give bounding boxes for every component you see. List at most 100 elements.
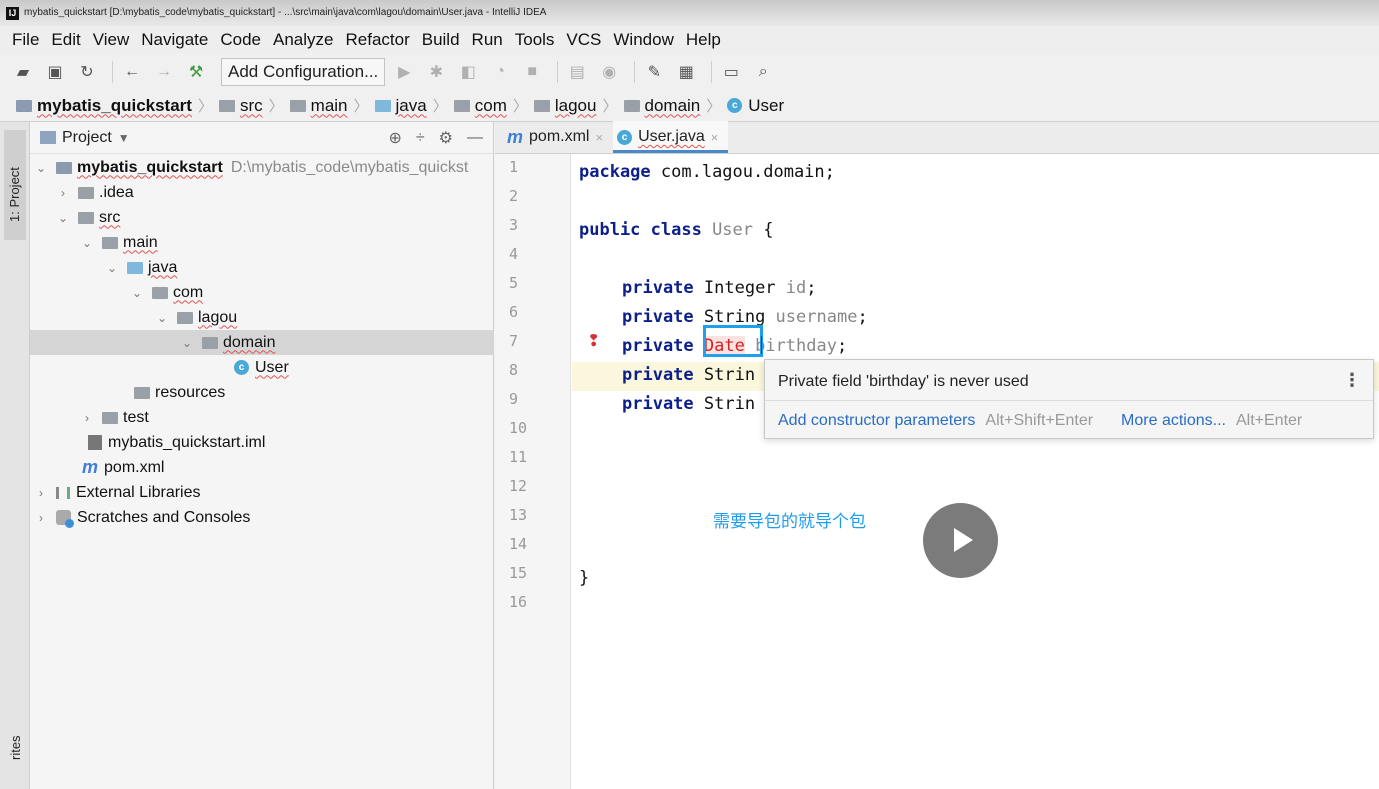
chevron-down-icon[interactable]: ⌄ xyxy=(130,286,144,300)
package-icon xyxy=(177,311,193,324)
close-icon[interactable]: × xyxy=(595,130,603,145)
save-all-icon[interactable]: ▣ xyxy=(42,61,68,83)
more-actions-link[interactable]: More actions... xyxy=(1121,412,1226,430)
tree-item-iml-file[interactable]: mybatis_quickstart.iml xyxy=(30,430,494,455)
menu-window[interactable]: Window xyxy=(607,30,679,50)
hide-panel-icon[interactable]: — xyxy=(467,129,483,147)
vcs-commit-icon[interactable]: ◉ xyxy=(596,61,622,83)
breadcrumb-item-domain[interactable]: domain xyxy=(623,96,700,116)
stop-icon[interactable]: ■ xyxy=(519,61,545,83)
breadcrumb-separator: 〉 xyxy=(602,98,618,115)
menu-file[interactable]: File xyxy=(6,30,45,50)
code-line-5: private Integer id; xyxy=(622,278,817,298)
code-editor[interactable]: package com.lagou.domain; public class U… xyxy=(572,154,1379,789)
gear-icon[interactable]: ⚙ xyxy=(439,128,453,148)
chevron-down-icon[interactable]: ⌄ xyxy=(180,336,194,350)
add-constructor-parameters-link[interactable]: Add constructor parameters xyxy=(778,412,975,430)
tree-item-domain[interactable]: ⌄ domain xyxy=(30,330,494,355)
video-play-button[interactable] xyxy=(923,503,998,578)
coverage-icon[interactable]: ◧ xyxy=(455,61,481,83)
breadcrumb-item-project[interactable]: mybatis_quickstart xyxy=(16,96,192,116)
run-icon[interactable]: ▶ xyxy=(391,61,417,83)
forward-arrow-icon[interactable]: → xyxy=(151,61,177,83)
collapse-all-icon[interactable]: ÷ xyxy=(416,129,425,147)
run-configuration-dropdown[interactable]: Add Configuration... xyxy=(221,57,386,86)
breadcrumb-item-src[interactable]: src xyxy=(218,96,263,116)
annotation-highlight-box xyxy=(703,325,763,357)
settings-wrench-icon[interactable]: ✎ xyxy=(641,61,667,83)
chevron-down-icon[interactable]: ⌄ xyxy=(34,161,48,175)
favorites-tool-tab[interactable]: rites xyxy=(8,735,23,760)
tab-user-java[interactable]: c User.java × xyxy=(613,121,729,153)
breadcrumb-item-lagou[interactable]: lagou xyxy=(533,96,596,116)
project-view-selector[interactable]: Project xyxy=(62,129,112,147)
editor-tabs: m pom.xml × c User.java × xyxy=(495,121,1379,154)
tree-item-resources[interactable]: resources xyxy=(30,380,494,405)
line-number-gutter: 1 2 3 4 5 6 7 8 9 10 11 12 13 14 15 16 xyxy=(495,154,571,789)
menu-view[interactable]: View xyxy=(87,30,136,50)
tree-item-test[interactable]: › test xyxy=(30,405,494,430)
breadcrumb-item-user[interactable]: c User xyxy=(727,96,784,116)
chevron-down-icon[interactable]: ⌄ xyxy=(80,236,94,250)
code-line-3: public class User { xyxy=(579,220,774,240)
chevron-right-icon[interactable]: › xyxy=(34,511,48,525)
vcs-update-icon[interactable]: ▤ xyxy=(564,61,590,83)
chevron-down-icon[interactable]: ▼ xyxy=(118,131,130,145)
tree-item-scratches[interactable]: › Scratches and Consoles xyxy=(30,505,494,530)
locate-target-icon[interactable]: ⊕ xyxy=(388,128,401,148)
maven-icon: m xyxy=(507,126,524,147)
chevron-right-icon[interactable]: › xyxy=(34,486,48,500)
build-hammer-icon[interactable]: ⚒ xyxy=(183,61,209,83)
tree-item-external-libraries[interactable]: › External Libraries xyxy=(30,480,494,505)
project-tool-tab[interactable]: 1: Project xyxy=(4,130,26,240)
breadcrumb-item-com[interactable]: com xyxy=(453,96,507,116)
tab-pom-xml[interactable]: m pom.xml × xyxy=(503,121,613,153)
class-icon: c xyxy=(727,98,743,113)
back-arrow-icon[interactable]: ← xyxy=(119,61,145,83)
popup-divider xyxy=(765,400,1373,401)
folder-icon xyxy=(78,211,94,224)
chevron-right-icon[interactable]: › xyxy=(56,186,70,200)
chevron-down-icon[interactable]: ⌄ xyxy=(105,261,119,275)
profile-icon[interactable]: ◔ xyxy=(487,61,513,83)
search-icon[interactable]: ⌕ xyxy=(750,61,776,83)
menu-code[interactable]: Code xyxy=(214,30,267,50)
error-bulb-icon[interactable]: ❢ xyxy=(587,327,600,356)
menu-vcs[interactable]: VCS xyxy=(560,30,607,50)
menu-refactor[interactable]: Refactor xyxy=(339,30,415,50)
tree-item-src[interactable]: ⌄ src xyxy=(30,205,494,230)
tree-item-idea[interactable]: › .idea xyxy=(30,180,494,205)
package-icon xyxy=(453,99,470,112)
menu-bar: File Edit View Navigate Code Analyze Ref… xyxy=(0,26,1379,53)
sync-icon[interactable]: ↻ xyxy=(74,61,100,83)
menu-build[interactable]: Build xyxy=(416,30,466,50)
breadcrumb-item-main[interactable]: main xyxy=(289,96,348,116)
tree-item-user-class[interactable]: c User xyxy=(30,355,494,380)
menu-help[interactable]: Help xyxy=(680,30,727,50)
more-options-icon[interactable]: ⋮ xyxy=(1343,370,1361,391)
tree-item-main[interactable]: ⌄ main xyxy=(30,230,494,255)
tree-item-lagou[interactable]: ⌄ lagou xyxy=(30,305,494,330)
tree-item-project-root[interactable]: ⌄ mybatis_quickstart D:\mybatis_code\myb… xyxy=(30,155,494,180)
iml-file-icon xyxy=(88,435,102,450)
tree-item-pom-xml[interactable]: m pom.xml xyxy=(30,455,494,480)
chevron-down-icon[interactable]: ⌄ xyxy=(56,211,70,225)
terminal-icon[interactable]: ▭ xyxy=(718,61,744,83)
menu-analyze[interactable]: Analyze xyxy=(267,30,339,50)
code-line-8: private Strin xyxy=(622,365,756,385)
menu-edit[interactable]: Edit xyxy=(45,30,86,50)
window-title-bar: IJ mybatis_quickstart [D:\mybatis_code\m… xyxy=(0,0,1379,26)
module-folder-icon xyxy=(56,161,72,174)
close-icon[interactable]: × xyxy=(711,130,719,145)
menu-tools[interactable]: Tools xyxy=(509,30,561,50)
project-structure-icon[interactable]: ▦ xyxy=(673,61,699,83)
tree-item-com[interactable]: ⌄ com xyxy=(30,280,494,305)
menu-run[interactable]: Run xyxy=(466,30,509,50)
breadcrumb-item-java[interactable]: java xyxy=(374,96,427,116)
chevron-down-icon[interactable]: ⌄ xyxy=(155,311,169,325)
tree-item-java[interactable]: ⌄ java xyxy=(30,255,494,280)
open-folder-icon[interactable]: ▰ xyxy=(10,61,36,83)
debug-icon[interactable]: ✱ xyxy=(423,61,449,83)
menu-navigate[interactable]: Navigate xyxy=(135,30,214,50)
chevron-right-icon[interactable]: › xyxy=(80,411,94,425)
